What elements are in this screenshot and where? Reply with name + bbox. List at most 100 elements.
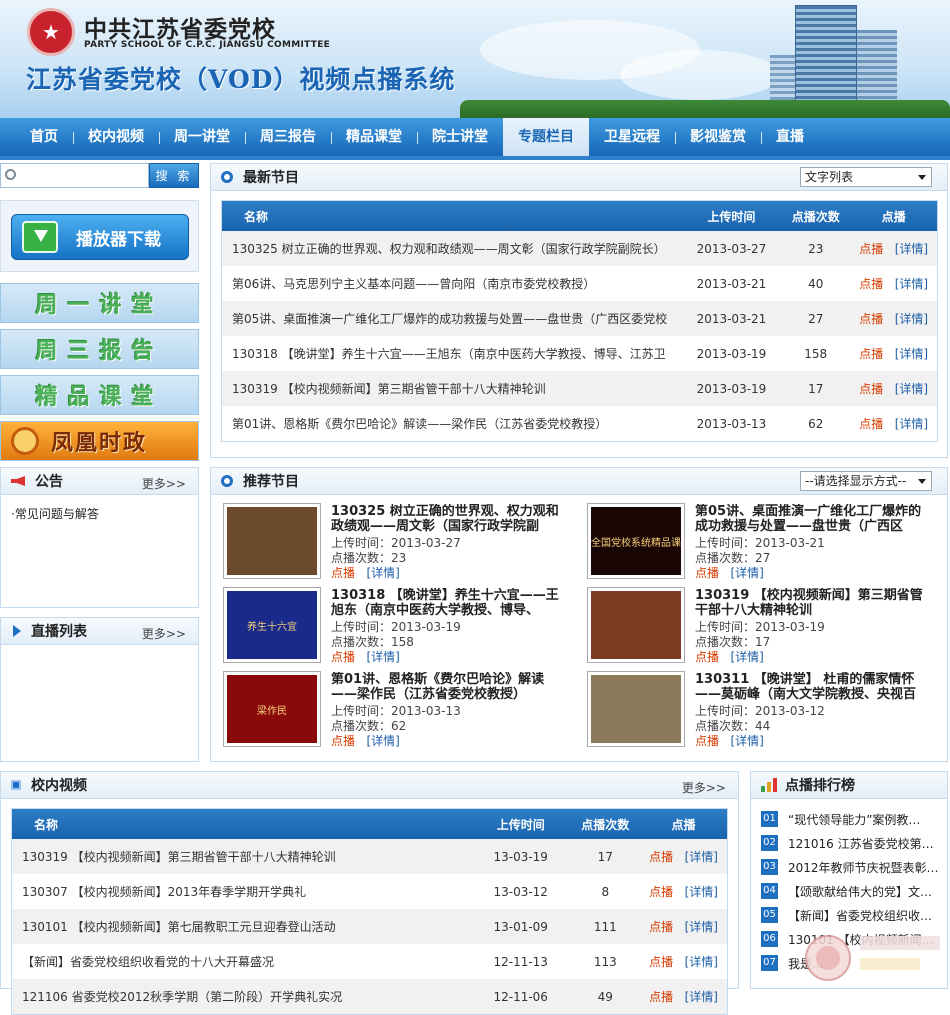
nav-item[interactable]: 专题栏目 [503, 118, 589, 156]
table-row[interactable]: 【新闻】省委党校组织收看党的十八大开幕盛况 12-11-13 113 点播 [详情] [12, 944, 727, 979]
detail-link[interactable]: [详情] [730, 566, 763, 580]
ranking-item[interactable]: 03 2012年教师节庆祝暨表彰… [761, 858, 941, 876]
play-link[interactable]: 点播 [649, 885, 673, 899]
table-row[interactable]: 130318 【晚讲堂】养生十六宜——王旭东（南京中医药大学教授、博导、江苏卫 2… [222, 336, 937, 371]
recommended-item[interactable]: 130325 树立正确的世界观、权力观和政绩观——周文彰（国家行政学院副 上传时间… [223, 503, 563, 581]
play-link[interactable]: 点播 [695, 734, 719, 748]
play-link[interactable]: 点播 [331, 734, 355, 748]
rank-title[interactable]: 2012年教师节庆祝暨表彰… [788, 859, 939, 876]
rank-title[interactable]: 【颂歌献给伟大的党】文… [788, 883, 932, 900]
play-link[interactable]: 点播 [695, 566, 719, 580]
table-row[interactable]: 130319 【校内视频新闻】第三期省管干部十八大精神轮训 13-03-19 17 点… [12, 839, 727, 874]
recommended-view-select[interactable]: --请选择显示方式-- [800, 471, 932, 491]
detail-link[interactable]: [详情] [366, 734, 399, 748]
table-row[interactable]: 第01讲、恩格斯《费尔巴哈论》解读——梁作民（江苏省委党校教授） 2013-03-… [222, 406, 937, 441]
play-link[interactable]: 点播 [649, 990, 673, 1004]
play-link[interactable]: 点播 [859, 312, 883, 326]
recommended-item-title[interactable]: 第05讲、桌面推演一广维化工厂爆炸的成功救援与处置——盘世贵（广西区 [695, 504, 923, 534]
nav-item[interactable]: 院士讲堂 [417, 118, 503, 156]
play-link[interactable]: 点播 [649, 850, 673, 864]
recommended-item[interactable]: 梁作民 第01讲、恩格斯《费尔巴哈论》解读——梁作民（江苏省委党校教授） 上传时间：… [223, 671, 563, 749]
play-link[interactable]: 点播 [331, 566, 355, 580]
recommended-item[interactable]: 养生十六宜 130318 【晚讲堂】养生十六宜——王旭东（南京中医药大学教授、博导… [223, 587, 563, 665]
detail-link[interactable]: [详情] [685, 920, 718, 934]
banner-phoenix-politics[interactable]: 凤凰时政 [0, 421, 199, 461]
play-link[interactable]: 点播 [331, 650, 355, 664]
ranking-item[interactable]: 04 【颂歌献给伟大的党】文… [761, 882, 941, 900]
notice-more-link[interactable]: 更多>> [142, 475, 186, 492]
detail-link[interactable]: [详情] [895, 417, 928, 431]
detail-link[interactable]: [详情] [895, 312, 928, 326]
rank-title[interactable]: 121016 江苏省委党校第… [788, 835, 934, 852]
nav-item[interactable]: 首页 [15, 118, 73, 156]
play-link[interactable]: 点播 [649, 920, 673, 934]
row-title[interactable]: 130307 【校内视频新闻】2013年春季学期开学典礼 [12, 874, 471, 909]
ranking-item[interactable]: 01 “现代领导能力”案例教… [761, 810, 941, 828]
recommended-item-title[interactable]: 第01讲、恩格斯《费尔巴哈论》解读——梁作民（江苏省委党校教授） [331, 672, 559, 702]
campus-more-link[interactable]: 更多>> [682, 779, 726, 796]
detail-link[interactable]: [详情] [366, 650, 399, 664]
ranking-item[interactable]: 02 121016 江苏省委党校第… [761, 834, 941, 852]
video-thumbnail[interactable] [223, 503, 321, 579]
detail-link[interactable]: [详情] [895, 347, 928, 361]
row-title[interactable]: 121106 省委党校2012秋季学期（第二阶段）开学典礼实况 [12, 979, 471, 1014]
player-download-button[interactable]: 播放器下载 [11, 214, 189, 260]
detail-link[interactable]: [详情] [366, 566, 399, 580]
video-thumbnail[interactable]: 全国党校系统精品课 [587, 503, 685, 579]
nav-item[interactable]: 卫星远程 [589, 118, 675, 156]
play-link[interactable]: 点播 [859, 382, 883, 396]
detail-link[interactable]: [详情] [895, 242, 928, 256]
recommended-item[interactable]: 130319 【校内视频新闻】第三期省管干部十八大精神轮训 上传时间：2013-0… [587, 587, 927, 665]
row-title[interactable]: 【新闻】省委党校组织收看党的十八大开幕盛况 [12, 944, 471, 979]
search-input[interactable] [0, 163, 149, 188]
table-row[interactable]: 121106 省委党校2012秋季学期（第二阶段）开学典礼实况 12-11-06 4… [12, 979, 727, 1014]
row-title[interactable]: 第06讲、马克思列宁主义基本问题——曾向阳（南京市委党校教授） [222, 266, 682, 301]
recommended-item[interactable]: 全国党校系统精品课 第05讲、桌面推演一广维化工厂爆炸的成功救援与处置——盘世贵（… [587, 503, 927, 581]
detail-link[interactable]: [详情] [685, 990, 718, 1004]
detail-link[interactable]: [详情] [895, 382, 928, 396]
detail-link[interactable]: [详情] [685, 850, 718, 864]
play-link[interactable]: 点播 [695, 650, 719, 664]
nav-item[interactable]: 校内视频 [73, 118, 159, 156]
detail-link[interactable]: [详情] [685, 885, 718, 899]
detail-link[interactable]: [详情] [685, 955, 718, 969]
latest-view-select[interactable]: 文字列表 [800, 167, 932, 187]
banner-monday-lecture[interactable]: 周一讲堂 [0, 283, 199, 323]
play-link[interactable]: 点播 [859, 242, 883, 256]
table-row[interactable]: 130325 树立正确的世界观、权力观和政绩观——周文彰（国家行政学院副院长） 2… [222, 231, 937, 266]
detail-link[interactable]: [详情] [730, 650, 763, 664]
banner-wednesday-report[interactable]: 周三报告 [0, 329, 199, 369]
nav-item[interactable]: 周三报告 [245, 118, 331, 156]
nav-item[interactable]: 周一讲堂 [159, 118, 245, 156]
table-row[interactable]: 130307 【校内视频新闻】2013年春季学期开学典礼 13-03-12 8 点播 … [12, 874, 727, 909]
table-row[interactable]: 130319 【校内视频新闻】第三期省管干部十八大精神轮训 2013-03-19 1… [222, 371, 937, 406]
row-title[interactable]: 130325 树立正确的世界观、权力观和政绩观——周文彰（国家行政学院副院长） [222, 231, 682, 266]
play-link[interactable]: 点播 [649, 955, 673, 969]
recommended-item-title[interactable]: 130325 树立正确的世界观、权力观和政绩观——周文彰（国家行政学院副 [331, 504, 559, 534]
row-title[interactable]: 130319 【校内视频新闻】第三期省管干部十八大精神轮训 [222, 371, 682, 406]
table-row[interactable]: 第06讲、马克思列宁主义基本问题——曾向阳（南京市委党校教授） 2013-03-2… [222, 266, 937, 301]
table-row[interactable]: 第05讲、桌面推演一广维化工厂爆炸的成功救援与处置——盘世贵（广西区委党校 201… [222, 301, 937, 336]
nav-item[interactable]: 影视鉴赏 [675, 118, 761, 156]
recommended-item-title[interactable]: 130311 【晚讲堂】 杜甫的儒家情怀——莫砺峰（南大文学院教授、央视百 [695, 672, 923, 702]
recommended-item-title[interactable]: 130318 【晚讲堂】养生十六宜——王旭东（南京中医药大学教授、博导、 [331, 588, 559, 618]
row-title[interactable]: 第05讲、桌面推演一广维化工厂爆炸的成功救援与处置——盘世贵（广西区委党校 [222, 301, 682, 336]
detail-link[interactable]: [详情] [895, 277, 928, 291]
table-row[interactable]: 130101 【校内视频新闻】第七届教职工元旦迎春登山活动 13-01-09 111… [12, 909, 727, 944]
video-thumbnail[interactable] [587, 587, 685, 663]
banner-quality-course[interactable]: 精品课堂 [0, 375, 199, 415]
nav-item[interactable]: 直播 [761, 118, 819, 156]
video-thumbnail[interactable] [587, 671, 685, 747]
row-title[interactable]: 第01讲、恩格斯《费尔巴哈论》解读——梁作民（江苏省委党校教授） [222, 406, 682, 441]
play-link[interactable]: 点播 [859, 417, 883, 431]
recommended-item-title[interactable]: 130319 【校内视频新闻】第三期省管干部十八大精神轮训 [695, 588, 923, 618]
live-list-more-link[interactable]: 更多>> [142, 625, 186, 642]
rank-title[interactable]: 【新闻】省委党校组织收… [788, 907, 932, 924]
detail-link[interactable]: [详情] [730, 734, 763, 748]
notice-item[interactable]: ·常见问题与解答 [11, 505, 99, 522]
play-link[interactable]: 点播 [859, 347, 883, 361]
ranking-item[interactable]: 05 【新闻】省委党校组织收… [761, 906, 941, 924]
play-link[interactable]: 点播 [859, 277, 883, 291]
nav-item[interactable]: 精品课堂 [331, 118, 417, 156]
row-title[interactable]: 130101 【校内视频新闻】第七届教职工元旦迎春登山活动 [12, 909, 471, 944]
